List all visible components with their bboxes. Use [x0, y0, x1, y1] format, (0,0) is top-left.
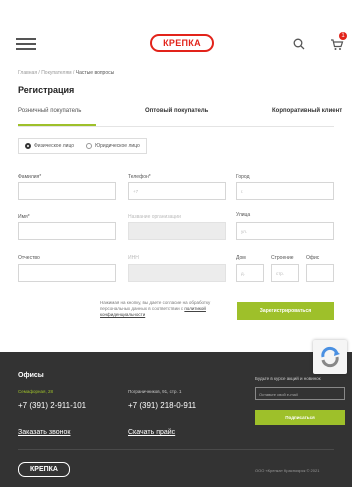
- firstname-field[interactable]: [18, 222, 116, 240]
- offices-title: Офисы: [18, 372, 44, 379]
- street-field[interactable]: ул.: [236, 222, 334, 240]
- consent-text: Нажимая на кнопку, вы даете согласие на …: [100, 300, 230, 318]
- radio-individual[interactable]: Физическое лицо: [19, 139, 80, 153]
- tab-retail[interactable]: Розничный покупатель: [18, 108, 81, 114]
- lastname-label: Фамилия*: [18, 174, 42, 180]
- site-header: КРЕПКА 1 Главная / Покупателям / Частые …: [0, 0, 352, 80]
- footer-logo[interactable]: КРЕПКА: [18, 462, 70, 477]
- office-address-2: Пограничников, 91, стр. 1: [128, 389, 182, 394]
- person-type-switch: Физическое лицо Юридическое лицо: [18, 138, 147, 154]
- office-field[interactable]: [306, 264, 334, 282]
- house-field[interactable]: д.: [236, 264, 264, 282]
- breadcrumb-section[interactable]: Покупателям: [41, 70, 71, 76]
- radio-legal-entity[interactable]: Юридическое лицо: [80, 139, 146, 153]
- breadcrumb-home[interactable]: Главная: [18, 70, 37, 76]
- customer-type-tabs: Розничный покупатель Оптовый покупатель …: [18, 108, 348, 126]
- register-button[interactable]: Зарегистрироваться: [237, 302, 334, 320]
- building-field[interactable]: стр.: [271, 264, 299, 282]
- inn-label: ИНН: [128, 255, 139, 261]
- radio-unchecked-icon: [86, 143, 93, 149]
- office-phone-2[interactable]: +7 (391) 218-0-911: [128, 401, 196, 410]
- radio-label: Физическое лицо: [34, 143, 75, 149]
- menu-icon[interactable]: [16, 38, 36, 50]
- lastname-field[interactable]: [18, 182, 116, 200]
- firstname-label: Имя*: [18, 214, 30, 220]
- breadcrumb: Главная / Покупателям / Частые вопросы: [18, 70, 114, 76]
- phone-field[interactable]: +7: [128, 182, 226, 200]
- site-footer: Офисы Семафорная, 28 Пограничников, 91, …: [0, 352, 352, 487]
- inn-field: [128, 264, 226, 282]
- organization-field: [128, 222, 226, 240]
- breadcrumb-current: Частые вопросы: [75, 70, 115, 76]
- recaptcha-icon: [321, 346, 340, 368]
- cart-count-badge: 1: [339, 32, 347, 40]
- office-phone-1[interactable]: +7 (391) 2-911-101: [18, 401, 86, 410]
- phone-label: Телефон*: [128, 174, 151, 180]
- subscribe-text: Будьте в курсе акций и новинок: [255, 376, 321, 381]
- footer-logo-text: КРЕПКА: [30, 466, 58, 473]
- city-field[interactable]: г.: [236, 182, 334, 200]
- search-icon[interactable]: [293, 38, 305, 50]
- logo[interactable]: КРЕПКА: [150, 34, 214, 52]
- radio-label: Юридическое лицо: [95, 143, 140, 149]
- page-title: Регистрация: [18, 85, 75, 95]
- callback-link[interactable]: Заказать звонок: [18, 429, 70, 436]
- house-label: Дом: [236, 255, 246, 261]
- footer-divider: [18, 449, 334, 450]
- logo-text: КРЕПКА: [163, 38, 201, 48]
- building-label: Строение: [271, 255, 294, 261]
- copyright: ООО «Крепка» Красноярск © 2021: [255, 468, 320, 473]
- patronymic-field[interactable]: [18, 264, 116, 282]
- subscribe-button[interactable]: Подписаться: [255, 410, 345, 425]
- download-price-link[interactable]: Скачать прайс: [128, 429, 175, 436]
- tab-wholesale[interactable]: Оптовый покупатель: [145, 108, 208, 114]
- divider: [18, 126, 334, 127]
- subscribe-email-input[interactable]: Оставьте свой e-mail: [255, 387, 345, 400]
- tab-corporate[interactable]: Корпоративный клиент: [272, 108, 342, 114]
- office-address-1[interactable]: Семафорная, 28: [18, 389, 53, 394]
- office-label: Офис: [306, 255, 320, 261]
- radio-checked-icon: [25, 143, 31, 149]
- patronymic-label: Отчество: [18, 255, 40, 261]
- city-label: Город: [236, 174, 250, 180]
- recaptcha-badge[interactable]: [313, 340, 347, 374]
- street-label: Улица: [236, 212, 251, 218]
- organization-label: Название организации: [128, 214, 181, 220]
